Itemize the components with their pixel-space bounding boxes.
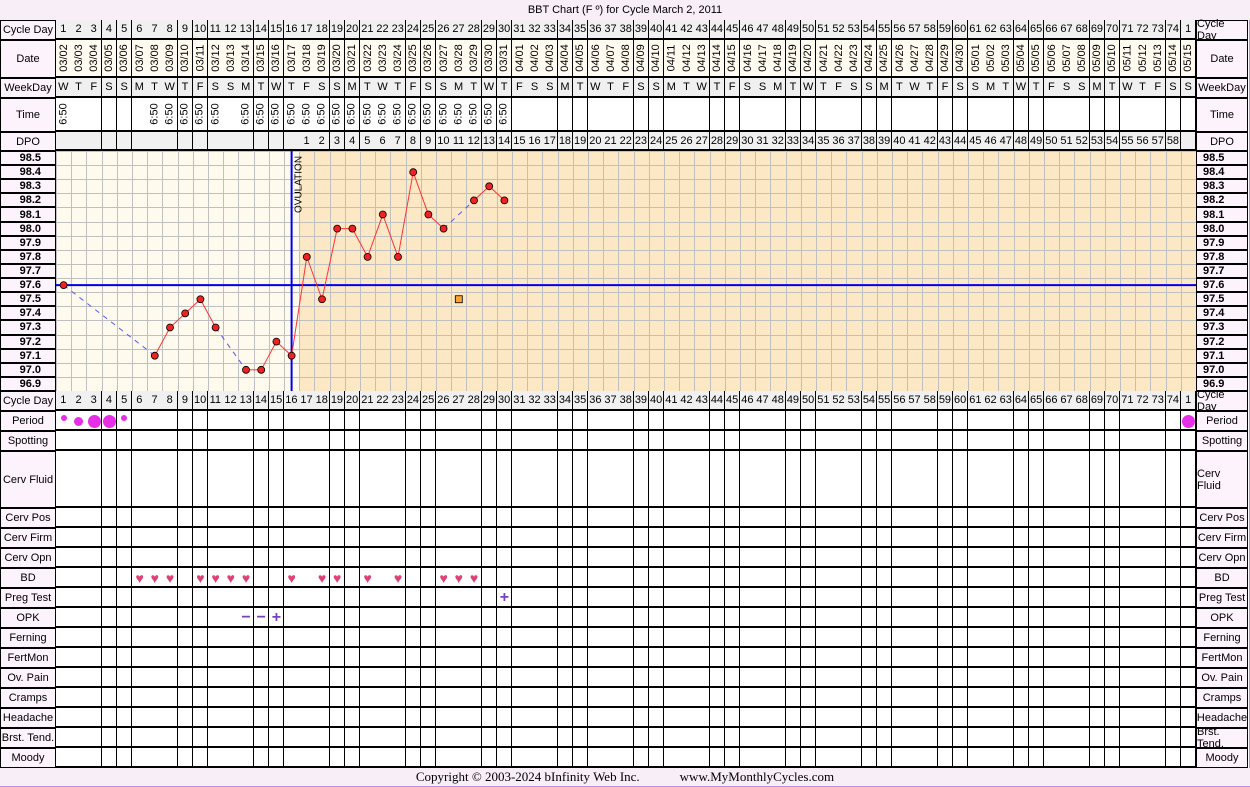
- period-dot: [102, 414, 116, 428]
- temp-point: [242, 365, 250, 374]
- temp-line: [412, 172, 429, 215]
- temp-point: [287, 351, 296, 360]
- period-dot: [74, 416, 84, 426]
- temp-line: [306, 256, 323, 300]
- copyright: Copyright © 2003-2024 bInfinity Web Inc.: [415, 769, 640, 784]
- temp-point: [439, 224, 448, 233]
- bd-heart-icon: ♥: [241, 570, 251, 586]
- temp-line: [321, 228, 338, 300]
- excluded-temp-marker: [454, 295, 463, 304]
- temp-point: [500, 196, 509, 205]
- temp-point: [318, 295, 326, 304]
- temp-point: [166, 323, 174, 332]
- bd-heart-icon: ♥: [226, 570, 235, 586]
- temp-line: [291, 256, 308, 356]
- temp-point: [409, 168, 418, 177]
- bd-heart-icon: ♥: [317, 570, 327, 586]
- temp-point: [424, 210, 433, 219]
- preg-test-result: +: [499, 589, 510, 606]
- bd-heart-icon: ♥: [211, 570, 220, 586]
- temp-line: [260, 341, 277, 371]
- bd-heart-icon: ♥: [454, 570, 463, 586]
- bd-heart-icon: ♥: [135, 570, 144, 586]
- temp-line: [199, 298, 217, 328]
- bd-heart-icon: ♥: [287, 570, 296, 586]
- temp-point: [59, 281, 68, 290]
- temp-point: [470, 196, 478, 205]
- temp-point: [150, 351, 159, 360]
- bd-heart-icon: ♥: [150, 570, 159, 586]
- bd-heart-icon: ♥: [469, 570, 479, 586]
- temp-line: [382, 214, 399, 258]
- opk-result: −: [256, 609, 266, 626]
- temp-gap-line: [63, 284, 156, 357]
- temp-point: [348, 224, 357, 233]
- temp-line: [351, 228, 369, 258]
- temp-point: [257, 365, 266, 374]
- temp-line: [397, 172, 414, 257]
- site-link[interactable]: www.MyMonthlyCycles.com: [680, 769, 834, 785]
- temp-line: [367, 214, 384, 258]
- temp-point: [394, 252, 402, 261]
- temp-point: [196, 295, 205, 304]
- temp-line: [154, 327, 171, 356]
- ovulation-label: OVULATION: [294, 156, 305, 213]
- temp-point: [211, 323, 220, 332]
- temperature-plot: OVULATION: [56, 151, 1196, 391]
- temp-point: [378, 210, 387, 219]
- bd-heart-icon: ♥: [333, 570, 342, 586]
- period-dot: [1181, 414, 1195, 428]
- temp-point: [302, 252, 311, 261]
- temp-gap-line: [215, 327, 247, 371]
- opk-result: −: [241, 609, 251, 626]
- bd-heart-icon: ♥: [165, 570, 175, 586]
- temp-gap-line: [443, 200, 475, 230]
- temp-point: [181, 309, 190, 318]
- temp-point: [272, 337, 281, 346]
- period-dot: [87, 414, 101, 428]
- bd-heart-icon: ♥: [363, 570, 372, 586]
- opk-result: +: [271, 609, 282, 626]
- period-dot: [60, 415, 67, 421]
- bd-heart-icon: ♥: [196, 570, 205, 586]
- temp-point: [363, 252, 372, 261]
- temp-point: [333, 224, 342, 233]
- bd-heart-icon: ♥: [439, 570, 448, 586]
- bd-heart-icon: ♥: [393, 570, 403, 586]
- footer: Copyright © 2003-2024 bInfinity Web Inc.…: [0, 768, 1250, 786]
- temp-point: [485, 182, 494, 191]
